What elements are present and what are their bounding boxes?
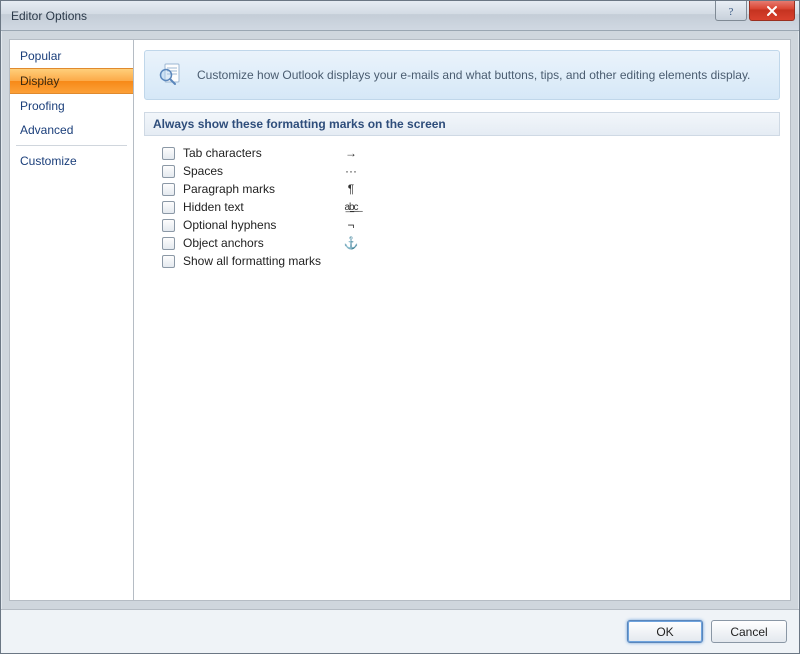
- button-label: OK: [656, 625, 673, 639]
- sidebar-item-popular[interactable]: Popular: [10, 44, 133, 68]
- tab-arrow-icon: →: [341, 146, 361, 160]
- window-controls: ?: [715, 1, 795, 21]
- pilcrow-icon: ¶: [341, 182, 361, 196]
- sidebar-item-advanced[interactable]: Advanced: [10, 118, 133, 142]
- ok-button[interactable]: OK: [627, 620, 703, 643]
- info-banner: Customize how Outlook displays your e-ma…: [144, 50, 780, 100]
- options-sidebar: Popular Display Proofing Advanced Custom…: [9, 39, 134, 601]
- option-paragraph-marks[interactable]: Paragraph marks ¶: [162, 180, 776, 198]
- sidebar-item-customize[interactable]: Customize: [10, 149, 133, 173]
- dialog-body: Popular Display Proofing Advanced Custom…: [1, 31, 799, 609]
- optional-hyphen-icon: ¬: [341, 218, 361, 232]
- cancel-button[interactable]: Cancel: [711, 620, 787, 643]
- option-label: Spaces: [183, 164, 333, 178]
- window-title: Editor Options: [11, 9, 87, 23]
- sidebar-item-label: Proofing: [20, 99, 65, 113]
- content-panel: Customize how Outlook displays your e-ma…: [134, 39, 791, 601]
- checkbox[interactable]: [162, 147, 175, 160]
- dialog-window: Editor Options ? Popular Display: [0, 0, 800, 654]
- option-object-anchors[interactable]: Object anchors ⚓: [162, 234, 776, 252]
- option-label: Tab characters: [183, 146, 333, 160]
- section-header: Always show these formatting marks on th…: [144, 112, 780, 136]
- checkbox[interactable]: [162, 255, 175, 268]
- option-label: Hidden text: [183, 200, 333, 214]
- option-label: Optional hyphens: [183, 218, 333, 232]
- checkbox[interactable]: [162, 201, 175, 214]
- dots-icon: ···: [341, 164, 361, 178]
- option-tab-characters[interactable]: Tab characters →: [162, 144, 776, 162]
- dialog-footer: OK Cancel: [1, 609, 799, 653]
- help-button[interactable]: ?: [715, 1, 747, 21]
- svg-text:?: ?: [729, 6, 734, 17]
- magnifier-document-icon: [157, 61, 185, 89]
- checkbox[interactable]: [162, 219, 175, 232]
- option-spaces[interactable]: Spaces ···: [162, 162, 776, 180]
- anchor-icon: ⚓: [341, 236, 361, 250]
- close-icon: [766, 5, 778, 17]
- button-label: Cancel: [730, 625, 767, 639]
- option-label: Object anchors: [183, 236, 333, 250]
- sidebar-item-label: Advanced: [20, 123, 73, 137]
- hidden-text-icon: a͟b͟c͟: [341, 202, 361, 213]
- sidebar-item-label: Popular: [20, 49, 61, 63]
- sidebar-item-label: Display: [20, 74, 59, 88]
- option-label: Show all formatting marks: [183, 254, 321, 268]
- checkbox[interactable]: [162, 237, 175, 250]
- option-optional-hyphens[interactable]: Optional hyphens ¬: [162, 216, 776, 234]
- banner-text: Customize how Outlook displays your e-ma…: [197, 68, 750, 82]
- sidebar-item-label: Customize: [20, 154, 77, 168]
- close-button[interactable]: [749, 1, 795, 21]
- option-label: Paragraph marks: [183, 182, 333, 196]
- checkbox[interactable]: [162, 183, 175, 196]
- titlebar[interactable]: Editor Options ?: [1, 1, 799, 31]
- sidebar-item-display[interactable]: Display: [10, 68, 133, 94]
- sidebar-separator: [16, 145, 127, 146]
- checkbox[interactable]: [162, 165, 175, 178]
- sidebar-item-proofing[interactable]: Proofing: [10, 94, 133, 118]
- option-hidden-text[interactable]: Hidden text a͟b͟c͟: [162, 198, 776, 216]
- help-icon: ?: [725, 5, 737, 17]
- option-show-all-formatting-marks[interactable]: Show all formatting marks: [162, 252, 776, 270]
- options-group: Tab characters → Spaces ··· Paragraph ma…: [144, 136, 780, 274]
